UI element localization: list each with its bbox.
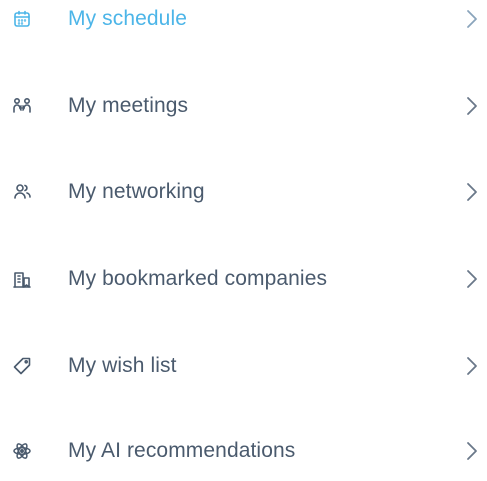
menu-item-my-wish-list[interactable]: My wish list xyxy=(0,336,487,396)
chevron-right-icon xyxy=(466,269,478,289)
menu-item-label: My bookmarked companies xyxy=(68,267,328,290)
menu-item-label: My networking xyxy=(68,180,205,203)
menu-item-my-meetings[interactable]: My meetings xyxy=(0,76,487,136)
menu-item-label: My schedule xyxy=(68,7,187,30)
menu-item-label: My meetings xyxy=(68,94,189,117)
chevron-right-icon xyxy=(466,96,478,116)
chevron-right-icon xyxy=(466,182,478,202)
company-bookmark-icon xyxy=(11,268,33,290)
networking-icon xyxy=(11,181,33,203)
people-meeting-icon xyxy=(11,95,33,117)
calendar-icon xyxy=(11,8,33,30)
chevron-right-icon xyxy=(466,441,478,461)
chevron-right-icon xyxy=(466,356,478,376)
menu-item-my-schedule[interactable]: My schedule xyxy=(0,0,487,49)
menu-item-label: My wish list xyxy=(68,354,177,377)
menu-item-label: My AI recommendations xyxy=(68,439,296,462)
atom-icon xyxy=(11,440,33,462)
menu-item-my-ai-recommendations[interactable]: My AI recommendations xyxy=(0,421,487,481)
menu-item-my-bookmarked-companies[interactable]: My bookmarked companies xyxy=(0,249,487,309)
chevron-right-icon xyxy=(466,9,478,29)
tag-icon xyxy=(11,355,33,377)
menu-item-my-networking[interactable]: My networking xyxy=(0,162,487,222)
my-menu: My schedule My meetings My networking My… xyxy=(0,0,487,465)
